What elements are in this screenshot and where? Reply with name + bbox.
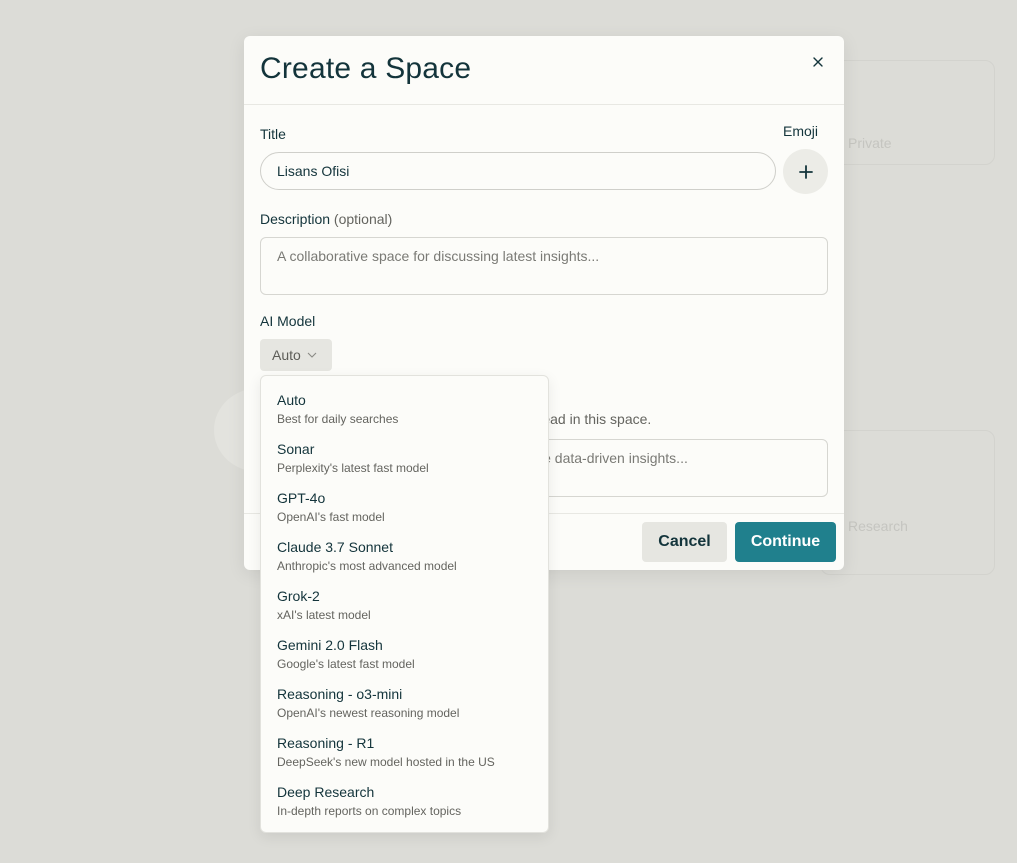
background-text-research: Research (848, 518, 908, 534)
title-input-value: Lisans Ofisi (277, 163, 350, 179)
model-option-grok[interactable]: Grok-2 xAI's latest model (261, 588, 548, 637)
continue-button[interactable]: Continue (735, 522, 836, 562)
model-option-name: GPT-4o (277, 490, 326, 506)
model-option-desc: OpenAI's fast model (277, 510, 385, 524)
background-card-bottom (820, 430, 995, 575)
model-option-name: Gemini 2.0 Flash (277, 637, 383, 653)
header-divider (244, 104, 844, 105)
model-option-desc: Perplexity's latest fast model (277, 461, 429, 475)
description-label-text: Description (260, 211, 331, 227)
background-card-top (820, 60, 995, 165)
model-option-name: Deep Research (277, 784, 375, 800)
model-option-gpt-4o[interactable]: GPT-4o OpenAI's fast model (261, 490, 548, 539)
model-option-desc: Google's latest fast model (277, 657, 415, 671)
model-option-desc: Best for daily searches (277, 412, 399, 426)
model-option-r1[interactable]: Reasoning - R1 DeepSeek's new model host… (261, 735, 548, 784)
model-option-name: Sonar (277, 441, 315, 457)
model-option-desc: In-depth reports on complex topics (277, 804, 462, 818)
description-label: Description (optional) (260, 211, 392, 227)
model-option-claude[interactable]: Claude 3.7 Sonnet Anthropic's most advan… (261, 539, 548, 588)
description-placeholder: A collaborative space for discussing lat… (277, 248, 600, 264)
model-option-desc: OpenAI's newest reasoning model (277, 706, 460, 720)
modal-title: Create a Space (260, 52, 472, 85)
model-option-name: Auto (277, 392, 306, 408)
ai-model-label: AI Model (260, 313, 316, 329)
model-option-deep-research[interactable]: Deep Research In-depth reports on comple… (261, 784, 548, 833)
model-option-name: Reasoning - R1 (277, 735, 375, 751)
description-textarea[interactable]: A collaborative space for discussing lat… (260, 237, 828, 295)
model-option-name: Claude 3.7 Sonnet (277, 539, 393, 555)
chevron-down-icon (307, 352, 317, 358)
close-button[interactable] (806, 50, 830, 74)
ai-model-dropdown: Auto Best for daily searches Sonar Perpl… (260, 375, 549, 833)
title-input[interactable]: Lisans Ofisi (260, 152, 776, 190)
ai-model-selected: Auto (272, 347, 301, 363)
model-option-o3-mini[interactable]: Reasoning - o3-mini OpenAI's newest reas… (261, 686, 548, 735)
model-option-auto[interactable]: Auto Best for daily searches (261, 392, 548, 441)
emoji-add-button[interactable] (783, 149, 828, 194)
ai-model-select[interactable]: Auto (260, 339, 332, 371)
model-option-desc: xAI's latest model (277, 608, 371, 622)
description-optional: (optional) (333, 211, 393, 227)
background-text-private: Private (848, 135, 892, 151)
model-option-sonar[interactable]: Sonar Perplexity's latest fast model (261, 441, 548, 490)
model-option-desc: Anthropic's most advanced model (277, 559, 457, 573)
instructions-placeholder: itize data-driven insights... (526, 450, 688, 466)
plus-icon (798, 164, 813, 179)
close-icon (813, 57, 823, 67)
cancel-button[interactable]: Cancel (642, 522, 727, 562)
model-option-name: Reasoning - o3-mini (277, 686, 403, 702)
model-option-gemini[interactable]: Gemini 2.0 Flash Google's latest fast mo… (261, 637, 548, 686)
model-option-desc: DeepSeek's new model hosted in the US (277, 755, 495, 769)
emoji-label: Emoji (783, 123, 819, 139)
model-option-name: Grok-2 (277, 588, 320, 604)
title-label: Title (260, 126, 286, 142)
